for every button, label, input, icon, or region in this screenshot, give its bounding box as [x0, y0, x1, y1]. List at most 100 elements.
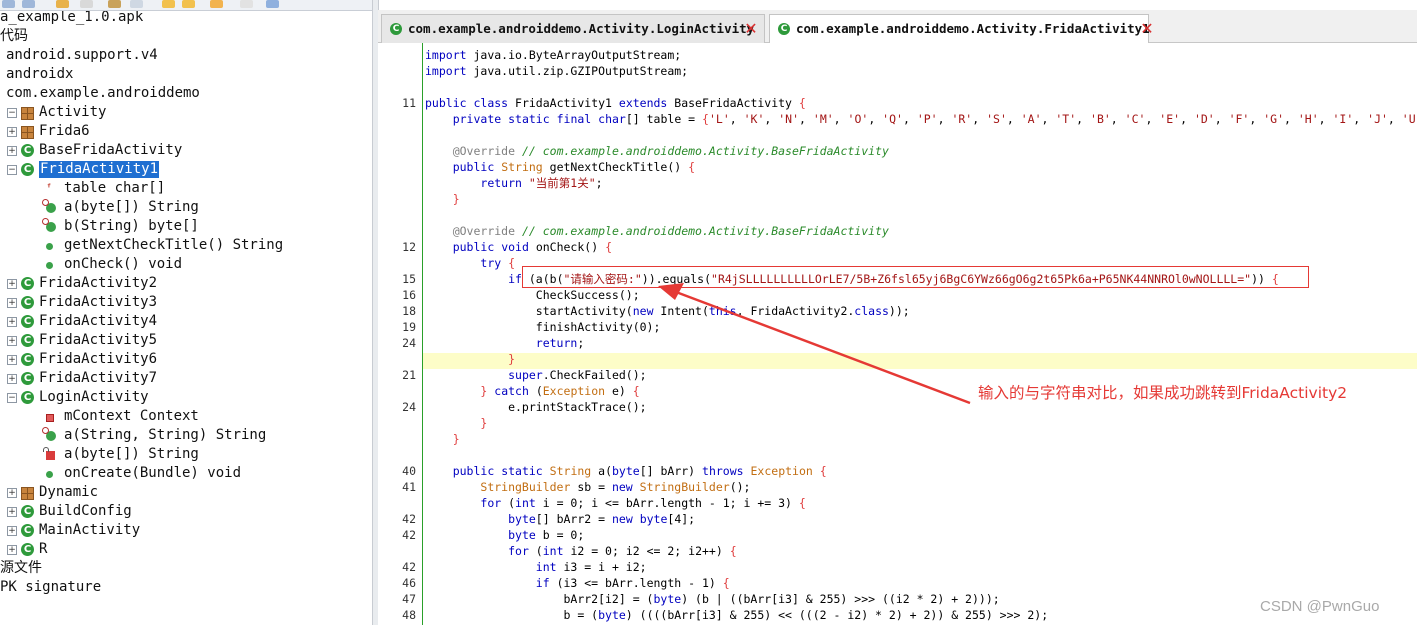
tree-node[interactable]: + C FridaActivity5 — [0, 331, 372, 350]
tree-node-label: onCreate(Bundle) void — [64, 465, 242, 481]
line-number — [378, 79, 416, 95]
code-line: public static String a(byte[] bArr) thro… — [452, 464, 827, 478]
close-icon[interactable]: ✕ — [744, 21, 758, 37]
static-method-icon — [42, 218, 56, 232]
tree-node-label: FridaActivity3 — [39, 294, 158, 310]
line-number: 41 — [402, 480, 416, 494]
tree-node[interactable]: getNextCheckTitle() String — [0, 236, 372, 255]
nav-forward-icon[interactable] — [182, 0, 195, 8]
tree-node[interactable]: a_example_1.0.apk — [0, 11, 372, 27]
tree-node-label: a(String, String) String — [64, 427, 267, 443]
tree-node[interactable]: android.support.v4 — [0, 46, 372, 65]
tree-node[interactable]: + C FridaActivity6 — [0, 350, 372, 369]
code-line: bArr2[i2] = (byte) (b | ((bArr[i3] & 255… — [425, 592, 1000, 606]
tree-node[interactable]: − Activity — [0, 103, 372, 122]
editor-tabs: C com.example.androiddemo.Activity.Login… — [378, 10, 1417, 44]
code-line: b = (byte) ((((bArr[i3] & 255) << (((2 -… — [425, 608, 1049, 622]
sync-icon[interactable] — [210, 0, 223, 8]
tree-node-label: mContext Context — [64, 408, 199, 424]
forward-icon[interactable] — [80, 0, 93, 8]
code-line: CheckSuccess(); — [425, 288, 640, 302]
tree-node[interactable]: a(byte[]) String — [0, 445, 372, 464]
line-number — [378, 255, 416, 271]
expand-icon[interactable]: + — [7, 507, 17, 517]
code-line: public void onCheck() { — [452, 240, 612, 254]
tree-node[interactable]: ᶠ table char[] — [0, 179, 372, 198]
find-icon[interactable] — [130, 0, 143, 8]
tree-node[interactable]: mContext Context — [0, 407, 372, 426]
method-icon — [46, 243, 53, 250]
tab-frida-activity1[interactable]: C com.example.androiddemo.Activity.Frida… — [769, 14, 1154, 44]
code-editor[interactable]: 11 12 15 16 18 19 24 21 24 40 41 42 42 42 46 47 48 impor… — [378, 43, 1417, 625]
line-number — [378, 431, 416, 447]
tree-node[interactable]: − C FridaActivity1 — [0, 160, 372, 179]
tree-node[interactable]: + C FridaActivity4 — [0, 312, 372, 331]
tree-node[interactable]: androidx — [0, 65, 372, 84]
expand-icon[interactable]: + — [7, 488, 17, 498]
class-icon: C — [21, 296, 34, 309]
expand-icon[interactable]: + — [7, 146, 17, 156]
line-number — [378, 415, 416, 431]
tree-node[interactable]: 代码 — [0, 27, 372, 46]
tree-node[interactable]: + C FridaActivity7 — [0, 369, 372, 388]
tree-node[interactable]: + C BaseFridaActivity — [0, 141, 372, 160]
highlight-box — [522, 266, 1309, 288]
search-icon[interactable] — [108, 0, 121, 8]
tree-node[interactable]: 源文件 — [0, 559, 372, 578]
expand-icon[interactable]: + — [7, 317, 17, 327]
log-icon[interactable] — [240, 0, 253, 8]
tree-node[interactable]: com.example.androiddemo — [0, 84, 372, 103]
save-all-icon[interactable] — [2, 0, 15, 8]
annotation-text: 输入的与字符串对比，如果成功跳转到FridaActivity2 — [978, 384, 1348, 402]
collapse-icon[interactable]: − — [7, 393, 17, 403]
tree-node[interactable]: + C FridaActivity2 — [0, 274, 372, 293]
tree-node[interactable]: a(byte[]) String — [0, 198, 372, 217]
nav-back-icon[interactable] — [162, 0, 175, 8]
line-number: 12 — [402, 240, 416, 254]
class-icon: C — [21, 372, 34, 385]
expand-icon[interactable]: + — [7, 355, 17, 365]
tree-node[interactable]: + Dynamic — [0, 483, 372, 502]
code-line: byte b = 0; — [508, 528, 585, 542]
back-icon[interactable] — [56, 0, 69, 8]
tree-node[interactable]: onCheck() void — [0, 255, 372, 274]
tree-node[interactable]: PK signature — [0, 578, 372, 597]
expand-icon[interactable]: + — [7, 545, 17, 555]
tree-node[interactable]: + C R — [0, 540, 372, 559]
code-line: } — [452, 192, 460, 206]
settings-icon[interactable] — [266, 0, 279, 8]
tree-node[interactable]: a(String, String) String — [0, 426, 372, 445]
code-line: import java.util.zip.GZIPOutputStream; — [425, 64, 689, 78]
export-icon[interactable] — [22, 0, 35, 8]
tree-node[interactable]: + Frida6 — [0, 122, 372, 141]
line-number — [378, 383, 416, 399]
expand-icon[interactable]: + — [7, 526, 17, 536]
tree-node-label: R — [39, 541, 48, 557]
tree-node-label: FridaActivity6 — [39, 351, 158, 367]
line-number: 19 — [402, 320, 416, 334]
line-number: 18 — [402, 304, 416, 318]
class-icon: C — [21, 163, 34, 176]
expand-icon[interactable]: + — [7, 127, 17, 137]
method-icon — [46, 262, 53, 269]
expand-icon[interactable]: + — [7, 374, 17, 384]
tree-node[interactable]: onCreate(Bundle) void — [0, 464, 372, 483]
tree-node[interactable]: + C MainActivity — [0, 521, 372, 540]
tree-node-label: a(byte[]) String — [64, 446, 199, 462]
class-icon: C — [21, 315, 34, 328]
tree-node[interactable]: b(String) byte[] — [0, 217, 372, 236]
tree-node-label: getNextCheckTitle() String — [64, 237, 284, 253]
expand-icon[interactable]: + — [7, 336, 17, 346]
collapse-icon[interactable]: − — [7, 165, 17, 175]
method-icon — [46, 471, 53, 478]
tree-node[interactable]: + C FridaActivity3 — [0, 293, 372, 312]
expand-icon[interactable]: + — [7, 298, 17, 308]
tab-login-activity[interactable]: C com.example.androiddemo.Activity.Login… — [381, 14, 765, 43]
tree-node[interactable]: + C BuildConfig — [0, 502, 372, 521]
expand-icon[interactable]: + — [7, 279, 17, 289]
tree-node[interactable]: − C LoginActivity — [0, 388, 372, 407]
line-number: 42 — [402, 560, 416, 574]
collapse-icon[interactable]: − — [7, 108, 17, 118]
tree-node-label: FridaActivity2 — [39, 275, 158, 291]
close-icon[interactable]: ✕ — [1140, 21, 1154, 37]
